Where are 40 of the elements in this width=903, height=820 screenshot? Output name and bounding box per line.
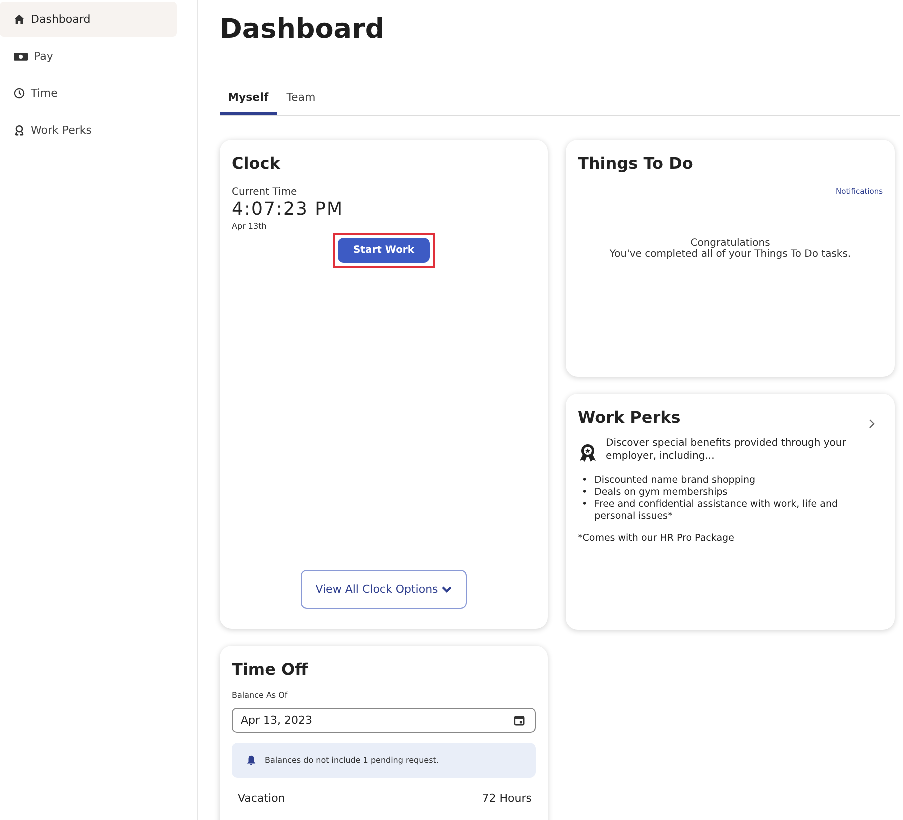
bullet-marker: • xyxy=(582,499,588,511)
award-icon xyxy=(14,125,25,136)
notice-text: Balances do not include 1 pending request. xyxy=(265,756,439,765)
bell-icon xyxy=(246,755,257,766)
page-title: Dashboard xyxy=(220,14,386,47)
bullet-marker: • xyxy=(582,475,588,487)
cash-icon xyxy=(14,51,28,62)
congratulations-title: Congratulations xyxy=(690,238,770,249)
sidebar-item[interactable]: Pay xyxy=(0,39,177,74)
sidebar-item[interactable]: Time xyxy=(0,76,177,111)
bullet-marker: • xyxy=(582,487,588,499)
sidebar-item[interactable]: Dashboard xyxy=(0,2,177,37)
clock-options-button[interactable]: View All Clock Options xyxy=(300,570,468,609)
calendar-icon xyxy=(514,715,525,726)
clock-icon xyxy=(14,88,25,99)
card-title: Work Perks xyxy=(578,408,681,427)
award-ribbon-icon xyxy=(578,443,598,463)
perk-item: Discounted name brand shopping xyxy=(594,475,756,487)
balance-amount: 72 Hours xyxy=(482,792,532,805)
balance-name: Vacation xyxy=(238,792,286,805)
tab[interactable]: Myself xyxy=(220,86,277,115)
perks-footnote: *Comes with our HR Pro Package xyxy=(578,533,736,544)
date-field[interactable]: Apr 13, 2023 xyxy=(232,708,536,733)
perk-item: Deals on gym memberships xyxy=(594,487,728,499)
card-title: Clock xyxy=(232,154,282,173)
card-title: Things To Do xyxy=(578,154,694,173)
chevron-right-icon[interactable] xyxy=(869,418,875,428)
start-work-button[interactable]: Start Work xyxy=(338,238,430,263)
sidebar-item[interactable]: Work Perks xyxy=(0,113,177,148)
current-date: Apr 13th xyxy=(232,222,268,231)
perks-intro: Discover special benefits provided through your employer, including... xyxy=(606,437,848,463)
tab[interactable]: Team xyxy=(278,86,324,115)
balance-label: Balance As Of xyxy=(232,691,289,700)
current-time-label: Current Time xyxy=(232,187,298,198)
current-time: 4:07:23 PM xyxy=(232,199,344,220)
chevron-down-icon xyxy=(442,586,452,594)
perk-item: Free and confidential assistance with work, life and personal issues* xyxy=(594,499,839,523)
completion-message: You've completed all of your Things To Do tasks. xyxy=(608,249,852,260)
home-icon xyxy=(14,14,25,25)
card-title: Time Off xyxy=(232,660,310,679)
